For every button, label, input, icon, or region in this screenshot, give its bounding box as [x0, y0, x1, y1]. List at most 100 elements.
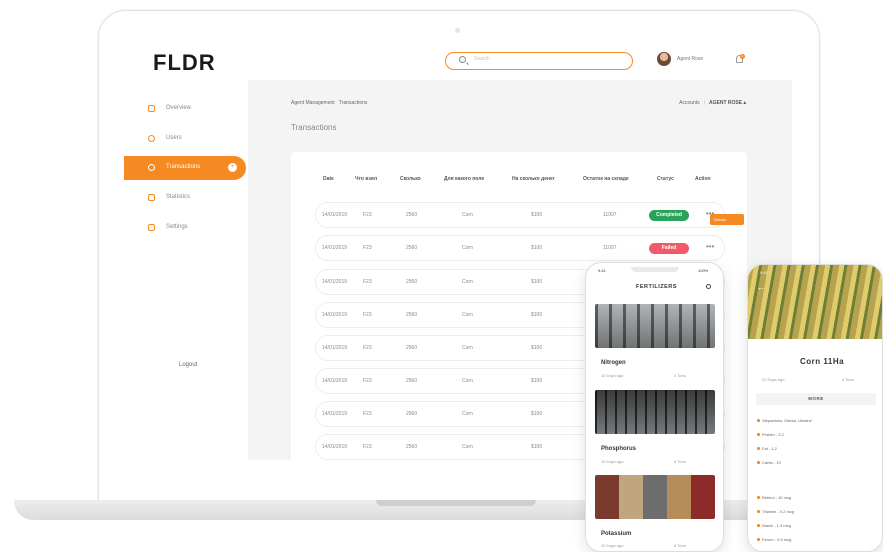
qty-cell: 2560	[406, 245, 418, 251]
attribute-item: Protein - 3.2	[757, 432, 784, 437]
sidebar-item-label: Users	[166, 135, 182, 141]
sidebar-item-overview[interactable]: Overview	[124, 97, 246, 121]
sidebar-item-users[interactable]: Users	[124, 127, 246, 151]
breadcrumb: Agent Management Transactions	[291, 100, 370, 106]
app-logo[interactable]: FLDR	[153, 50, 216, 76]
detail-weight: 4 Tons	[842, 377, 854, 382]
column-header[interactable]: На сколько денег	[512, 176, 555, 182]
accounts-link[interactable]: Accounts	[679, 100, 700, 106]
more-icon[interactable]: •••	[706, 243, 714, 251]
qty-cell: 2560	[406, 444, 418, 450]
date-cell: 14/01/2019	[322, 279, 348, 285]
field-cell: Corn	[462, 312, 473, 318]
more-section-header[interactable]: MORE	[756, 393, 876, 405]
qty-cell: 2560	[406, 279, 418, 285]
vitamin-item: Retinol - 10 mcg	[756, 495, 792, 500]
back-arrow-icon[interactable]: ←	[757, 283, 765, 292]
avatar[interactable]	[657, 52, 671, 66]
sidebar-item-transactions[interactable]: Transactions +	[124, 156, 246, 180]
status-battery: 100%	[698, 268, 709, 273]
divider: |	[703, 100, 706, 106]
vitamin-item: Niacin - 1.3 mcg	[757, 523, 791, 528]
breadcrumb-item[interactable]: Agent Management	[291, 100, 335, 106]
attribute-item: Fat - 1.2	[757, 446, 777, 451]
qty-cell: 2560	[406, 212, 418, 218]
date-cell: 14/01/2019	[322, 444, 348, 450]
field-cell: Corn	[462, 279, 473, 285]
item-cell: F23	[363, 345, 372, 351]
money-cell: $100	[531, 279, 543, 285]
product-name[interactable]: Potassium	[601, 531, 631, 537]
column-header[interactable]: Action	[695, 176, 711, 182]
product-image[interactable]	[595, 475, 715, 519]
money-cell: $100	[531, 212, 543, 218]
chart-icon	[148, 194, 155, 201]
search-box[interactable]	[445, 52, 633, 70]
sidebar-item-label: Transactions	[166, 164, 201, 170]
item-cell: F23	[363, 378, 372, 384]
sidebar-item-settings[interactable]: Settings	[124, 216, 246, 240]
money-cell: $100	[531, 245, 543, 251]
notification-badge: 1	[740, 54, 745, 59]
item-cell: F23	[363, 411, 372, 417]
date-cell: 14/01/2019	[322, 378, 348, 384]
user-icon	[148, 135, 155, 142]
search-icon[interactable]	[706, 284, 711, 289]
status-time: 9:41	[760, 270, 768, 275]
date-cell: 14/01/2019	[322, 312, 348, 318]
vitamin-item: Thiamin - 0.2 mcg	[756, 509, 795, 514]
product-weight: 4 Tons	[674, 373, 686, 378]
mockup-stage: FLDR Agent Rose 1 Overview Users Transac…	[0, 0, 883, 552]
money-cell: $100	[531, 312, 543, 318]
column-header[interactable]: Остаток на складе	[583, 176, 629, 182]
row-action-menu[interactable]: Details	[710, 214, 744, 225]
qty-cell: 2560	[406, 378, 418, 384]
money-cell: $100	[531, 411, 543, 417]
laptop-camera	[455, 28, 460, 33]
sidebar-item-statistics[interactable]: Statistics	[124, 186, 246, 210]
field-cell: Corn	[462, 245, 473, 251]
sidebar-item-label: Settings	[166, 224, 188, 230]
agent-dropdown[interactable]: AGENT ROSE ▴	[709, 100, 746, 106]
column-header[interactable]: Сколько	[400, 176, 421, 182]
logout-button[interactable]: Logout	[179, 362, 197, 368]
column-header[interactable]: Статус	[657, 176, 674, 182]
screen-title: FERTILIZERS	[636, 284, 677, 290]
laptop-notch	[376, 500, 536, 506]
home-icon	[148, 105, 155, 112]
sidebar-item-label: Statistics	[166, 194, 191, 200]
coin-icon	[148, 164, 155, 171]
user-name[interactable]: Agent Rose	[677, 56, 703, 62]
column-header[interactable]: Для какого поле	[444, 176, 484, 182]
field-cell: Corn	[462, 212, 473, 218]
product-name[interactable]: Phosphorus	[601, 446, 636, 452]
sliders-icon	[148, 224, 155, 231]
phone-notch	[631, 267, 679, 272]
stock-cell: 11007	[603, 245, 617, 251]
product-name[interactable]: Nitrogen	[601, 360, 626, 366]
item-cell: F23	[363, 279, 372, 285]
status-time: 9:41	[598, 268, 606, 273]
product-image[interactable]	[595, 304, 715, 348]
column-header[interactable]: Что взял	[355, 176, 377, 182]
detail-date: 22 Days ago	[762, 377, 785, 382]
attribute-item: Carbs - 19	[757, 460, 781, 465]
plus-icon[interactable]: +	[228, 163, 237, 172]
search-input[interactable]	[474, 56, 624, 62]
table-row[interactable]: 14/01/2019 F23 2560 Corn $100 11007 Fail…	[315, 235, 725, 261]
table-row[interactable]: 14/01/2019 F23 2560 Corn $100 11007 Comp…	[315, 202, 725, 228]
product-age: 10 Days ago	[601, 373, 624, 378]
field-cell: Corn	[462, 411, 473, 417]
qty-cell: 2560	[406, 312, 418, 318]
phone-corn-detail: 9:41 ← Corn 11Ha 22 Days ago 4 Tons MORE…	[747, 264, 883, 552]
status-badge: Failed	[649, 243, 689, 254]
date-cell: 14/01/2019	[322, 345, 348, 351]
column-header[interactable]: Date	[323, 176, 334, 182]
product-image[interactable]	[595, 390, 715, 434]
product-weight: 6 Tons	[674, 459, 686, 464]
top-bar: FLDR Agent Rose 1	[124, 42, 792, 80]
product-weight: 6 Tons	[674, 543, 686, 548]
search-icon	[459, 56, 466, 63]
breadcrumb-item[interactable]: Transactions	[339, 100, 367, 106]
corn-image	[748, 265, 882, 339]
